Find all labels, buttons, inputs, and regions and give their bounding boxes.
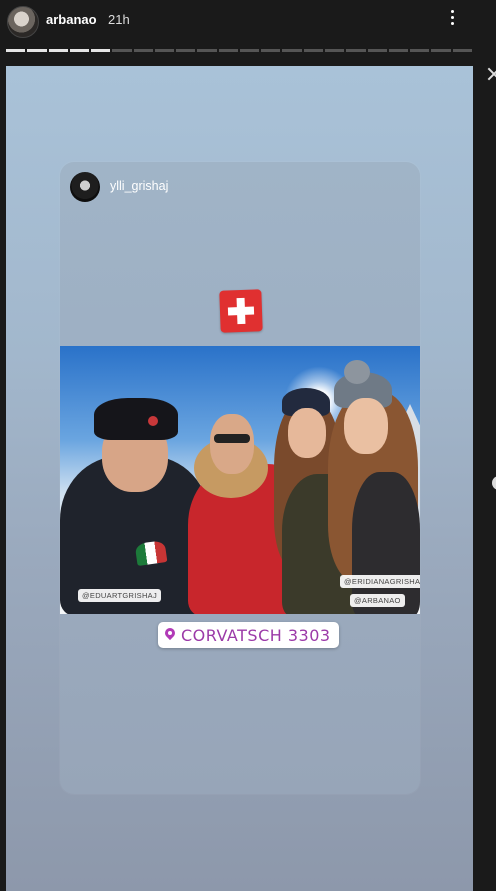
progress-segment (346, 49, 366, 52)
progress-segment (27, 49, 47, 52)
more-options-icon[interactable] (448, 10, 456, 30)
progress-segment (239, 49, 260, 52)
progress-segment (69, 49, 90, 52)
group-photo: @EDUARTGRISHAJ @ERIDIANAGRISHAJ @ARBANAO (60, 346, 420, 614)
progress-segment (261, 49, 281, 52)
progress-segment (388, 49, 409, 52)
progress-segment (112, 49, 132, 52)
story-progress-bar (6, 49, 472, 52)
progress-segment (48, 49, 68, 52)
sleeve-flag-patch (134, 540, 168, 566)
progress-segment (91, 49, 111, 52)
progress-segment (410, 49, 430, 52)
swiss-flag-sticker (219, 289, 263, 333)
location-pin-icon (164, 628, 176, 642)
progress-segment (218, 49, 238, 52)
person-4-jacket (352, 472, 420, 614)
progress-segment (431, 49, 451, 52)
profile-avatar[interactable] (7, 6, 39, 38)
progress-segment (6, 49, 26, 52)
progress-segment (133, 49, 153, 52)
shared-post-card[interactable]: ylli_grishaj @EDUARTGRISHAJ @ERIDIANAGRI… (60, 162, 420, 794)
story-username[interactable]: arbanao (46, 12, 97, 27)
mention-tag[interactable]: @EDUARTGRISHAJ (78, 589, 162, 602)
person-2-face (210, 414, 254, 474)
next-story-handle[interactable] (492, 476, 496, 490)
person-3-face (288, 408, 326, 458)
progress-segment (154, 49, 175, 52)
progress-segment (197, 49, 217, 52)
mention-tag[interactable]: @ARBANAO (350, 594, 405, 607)
shared-post-username[interactable]: ylli_grishaj (110, 179, 168, 193)
location-label: CORVATSCH 3303 (181, 625, 331, 645)
story-time: 21h (108, 12, 130, 27)
progress-segment (282, 49, 302, 52)
progress-segment (452, 49, 472, 52)
person-4-face (344, 398, 388, 454)
person-1-fur-hat (94, 398, 178, 440)
story-viewer[interactable]: ylli_grishaj @EDUARTGRISHAJ @ERIDIANAGRI… (6, 66, 473, 891)
mention-tag[interactable]: @ERIDIANAGRISHAJ (340, 575, 420, 588)
close-icon[interactable] (486, 66, 496, 82)
progress-segment (324, 49, 345, 52)
progress-segment (367, 49, 387, 52)
sunglasses (214, 434, 250, 443)
hat-badge (148, 416, 158, 426)
shared-post-avatar[interactable] (70, 172, 100, 202)
progress-segment (176, 49, 196, 52)
location-sticker[interactable]: CORVATSCH 3303 (158, 622, 339, 648)
beanie-pompom (344, 360, 370, 384)
progress-segment (303, 49, 323, 52)
